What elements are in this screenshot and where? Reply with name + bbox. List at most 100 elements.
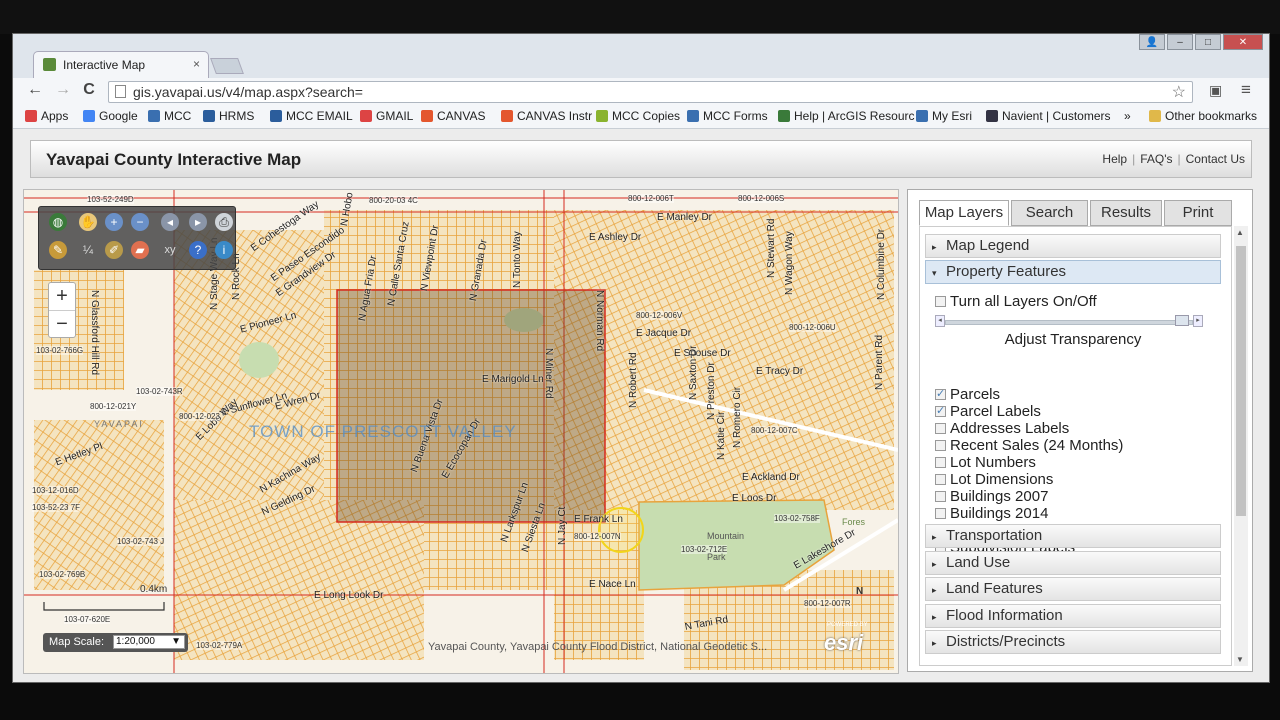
layer-item[interactable]: Parcels [935,386,1000,403]
info-icon[interactable]: i [215,241,233,259]
bookmark-item[interactable]: GMAIL [360,109,413,123]
fraction-icon[interactable]: ¼ [79,241,97,259]
layer-item[interactable]: Lot Dimensions [935,471,1053,488]
layer-item[interactable]: Buildings 2007 [935,488,1048,505]
bookmark-item[interactable]: Help | ArcGIS Resourc [778,109,915,123]
slider-right-arrow-icon[interactable]: ▸ [1193,315,1203,327]
checkbox[interactable] [935,403,946,420]
checkbox[interactable] [935,474,946,485]
bookmark-label: HRMS [219,109,255,123]
measure-icon[interactable]: ✎ [49,241,67,259]
toggle-all-layers[interactable]: Turn all Layers On/Off [935,293,1097,310]
layer-item[interactable]: Buildings 2014 [935,505,1048,522]
reload-button[interactable]: C [79,81,99,99]
help-link[interactable]: Help [1102,152,1127,166]
checkbox[interactable] [935,508,946,519]
bookmark-item[interactable]: MCC [148,109,191,123]
bookmark-item[interactable]: CANVAS [421,109,485,123]
bookmark-item[interactable]: Google [83,109,138,123]
minimize-button[interactable]: – [1167,34,1193,50]
chrome-menu-icon[interactable]: ≡ [1241,80,1251,100]
street-label: N Jay Ct [557,506,568,545]
zoom-out-button[interactable]: − [49,310,75,338]
layer-label: Lot Numbers [950,454,1036,471]
slider-thumb[interactable] [1175,315,1189,326]
checkbox[interactable] [935,296,946,307]
section-map-legend[interactable]: ▸ Map Legend [925,234,1221,258]
map-layers-panel: ▸ Map Legend ▾ Property Features Turn all … [919,226,1232,666]
section-transportation[interactable]: ▸ Transportation [925,524,1221,548]
tab-map-layers[interactable]: Map Layers [919,200,1009,226]
window-controls: 👤 – □ ✕ [1137,34,1263,52]
street-label: E Loos Dr [732,493,777,504]
address-bar[interactable]: gis.yavapai.us/v4/map.aspx?search= ☆ [108,81,1193,103]
section-districts-precincts[interactable]: ▸ Districts/Precincts [925,630,1221,654]
print-icon[interactable]: ⎙ [215,213,233,231]
map-panel[interactable]: E Manley Dr E Ashley Dr E Jacque Dr E Spous… [23,189,899,674]
bookmark-item[interactable]: Navient | Customers [986,109,1111,123]
section-flood-information[interactable]: ▸ Flood Information [925,603,1221,628]
slider-left-arrow-icon[interactable]: ◂ [935,315,945,327]
checkbox[interactable] [935,457,946,468]
maximize-button[interactable]: □ [1195,34,1221,50]
section-property-features[interactable]: ▾ Property Features [925,260,1221,284]
parcel-id-label: 103-02-769B [39,570,86,579]
tab-results[interactable]: Results [1090,200,1162,226]
map-scale-control: Map Scale: 1:20,000 ▼ [43,633,188,652]
street-label: E Manley Dr [657,212,713,223]
bookmark-item[interactable]: Apps [25,109,68,123]
slider-track[interactable] [945,320,1193,325]
extension-icon[interactable]: ▣ [1209,82,1222,99]
previous-extent-icon[interactable]: ◂ [161,213,179,231]
bookmark-item[interactable]: MCC EMAIL [270,109,353,123]
zoom-in-button[interactable]: + [49,283,75,310]
draw-icon[interactable]: ✐ [105,241,123,259]
pan-hand-icon[interactable]: ✋ [79,213,97,231]
tab-print[interactable]: Print [1164,200,1232,226]
bookmark-item[interactable]: My Esri [916,109,972,123]
contact-link[interactable]: Contact Us [1186,152,1245,166]
bookmark-item[interactable]: MCC Forms [687,109,768,123]
eraser-icon[interactable]: ▰ [131,241,149,259]
back-button[interactable]: ← [25,81,45,99]
layer-item[interactable]: Addresses Labels [935,420,1069,437]
forward-button[interactable]: → [53,81,73,99]
sidebar-scrollbar[interactable]: ▲ ▼ [1234,226,1248,666]
next-extent-icon[interactable]: ▸ [189,213,207,231]
section-land-features[interactable]: ▸ Land Features [925,577,1221,601]
browser-tab[interactable]: Interactive Map × [33,51,209,78]
map-scale-select[interactable]: 1:20,000 ▼ [113,635,185,649]
scroll-thumb[interactable] [1236,246,1246,516]
checkbox[interactable] [935,440,946,451]
checkbox[interactable] [935,491,946,502]
scroll-down-icon[interactable]: ▼ [1236,655,1244,664]
tab-search[interactable]: Search [1011,200,1088,226]
small-park [239,342,279,378]
bookmark-item[interactable]: MCC Copies [596,109,680,123]
checkbox[interactable] [935,386,946,403]
bookmark-item[interactable]: Other bookmarks [1149,109,1257,123]
bookmark-label: Google [99,109,138,123]
new-tab-button[interactable] [210,58,244,74]
transparency-slider[interactable]: ◂ ▸ [935,315,1203,327]
layer-item[interactable]: Lot Numbers [935,454,1036,471]
bookmark-item[interactable]: » [1124,109,1131,123]
close-button[interactable]: ✕ [1223,34,1263,50]
toggle-all-label: Turn all Layers On/Off [950,293,1097,310]
checkbox[interactable] [935,423,946,434]
bookmark-item[interactable]: CANVAS Instr [501,109,592,123]
user-icon[interactable]: 👤 [1139,34,1165,50]
layer-item[interactable]: Recent Sales (24 Months) [935,437,1123,454]
tab-close-icon[interactable]: × [193,57,200,71]
faq-link[interactable]: FAQ's [1140,152,1172,166]
layer-item[interactable]: Parcel Labels [935,403,1041,420]
section-land-use[interactable]: ▸ Land Use [925,550,1221,575]
zoom-in-tool-icon[interactable]: + [105,213,123,231]
globe-icon[interactable]: ◍ [49,213,67,231]
bookmark-star-icon[interactable]: ☆ [1172,82,1186,102]
xy-coordinates-icon[interactable]: xy [161,241,179,259]
scroll-up-icon[interactable]: ▲ [1236,228,1244,237]
zoom-out-tool-icon[interactable]: − [131,213,149,231]
help-icon[interactable]: ? [189,241,207,259]
bookmark-item[interactable]: HRMS [203,109,254,123]
